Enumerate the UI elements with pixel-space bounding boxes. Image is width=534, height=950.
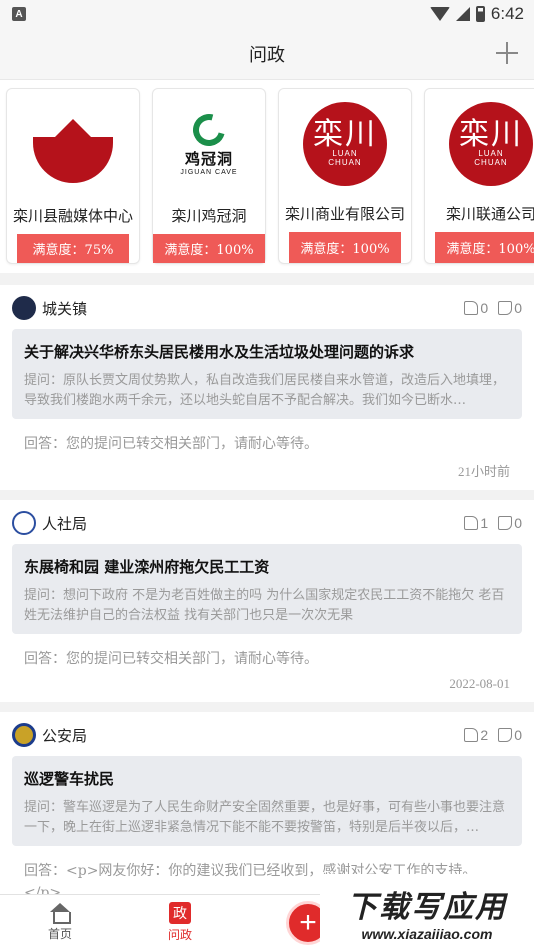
luanchuan-logo-icon: 栾川 LUAN CHUAN: [303, 102, 387, 187]
question-box[interactable]: 巡逻警车扰民 提问：警车巡逻是为了人民生命财产安全固然重要，也是好事，可有些小事…: [12, 756, 522, 846]
question-title: 巡逻警车扰民: [24, 770, 115, 788]
clock: 6:42: [490, 4, 524, 23]
plus-icon[interactable]: [494, 40, 520, 66]
watermark-logo: 下载写应用 www.xiazaiiiao.com: [320, 874, 534, 950]
votes: 0 0: [464, 300, 522, 316]
question-box[interactable]: 关于解决兴华桥东头居民楼用水及生活垃圾处理问题的诉求 提问：原队长贾文周仗势欺人…: [12, 329, 522, 419]
org-name: 栾川鸡冠洞: [171, 207, 247, 225]
org-carousel[interactable]: 栾川县融媒体中心 满意度：75% 鸡冠洞 JIGUAN CAVE 栾川鸡冠洞 满…: [0, 80, 534, 273]
org-logo: 鸡冠洞 JIGUAN CAVE: [164, 101, 254, 189]
question-text: 提问：警车巡逻是为了人民生命财产安全固然重要，也是好事，可有些小事也要注意一下，…: [24, 800, 506, 835]
thumb-down-icon: [498, 728, 513, 742]
satisfaction-badge: 满意度：100%: [435, 232, 534, 263]
like-button[interactable]: 2: [464, 727, 488, 743]
tab-home-label: 首页: [47, 927, 72, 941]
question-item[interactable]: 人社局 1 0 东展椅和园 建业滦州府拖欠民工工资 提问：想问下政府 不是为老百…: [0, 500, 534, 702]
thumb-down-icon: [498, 301, 513, 315]
tab-home[interactable]: 首页: [0, 903, 120, 942]
cave-logo-icon: 鸡冠洞 JIGUAN CAVE: [165, 101, 253, 189]
org-card[interactable]: 栾川 LUAN CHUAN 栾川联通公司 满意度：100%: [424, 88, 534, 264]
dept-avatar: [12, 296, 36, 320]
answer-text: 回答：您的提问已转交相关部门，请耐心等待。: [24, 651, 318, 667]
satisfaction-badge: 满意度：75%: [17, 234, 129, 263]
answer-text: 回答：您的提问已转交相关部门，请耐心等待。: [24, 436, 318, 452]
thumb-up-icon: [464, 301, 479, 315]
question-title: 关于解决兴华桥东头居民楼用水及生活垃圾处理问题的诉求: [24, 343, 415, 361]
dept-name: 公安局: [42, 726, 88, 745]
page-title: 问政: [249, 44, 285, 66]
dislike-button[interactable]: 0: [498, 515, 522, 531]
politics-icon: 政: [169, 902, 191, 924]
notification-icon: A: [12, 7, 26, 21]
votes: 1 0: [464, 515, 522, 531]
votes: 2 0: [464, 727, 522, 743]
home-icon: [49, 903, 71, 924]
wifi-icon: [429, 7, 450, 21]
org-logo: 栾川 LUAN CHUAN: [446, 101, 534, 187]
tab-politics[interactable]: 政 问政: [120, 902, 240, 943]
question-header: 城关镇 0 0: [12, 295, 522, 321]
thumb-up-icon: [464, 516, 479, 530]
header: 问政: [0, 28, 534, 80]
org-name: 栾川商业有限公司: [284, 205, 405, 224]
org-card[interactable]: 栾川 LUAN CHUAN 栾川商业有限公司 满意度：100%: [278, 88, 412, 264]
watermark-url: www.xiazaiiiao.com: [361, 926, 493, 942]
status-icons: 6:42: [429, 4, 524, 24]
dislike-button[interactable]: 0: [498, 300, 522, 316]
dept-name: 人社局: [42, 514, 88, 533]
question-text: 提问：原队长贾文周仗势欺人，私自改造我们居民楼自来水管道，改造后入地填埋，导致我…: [24, 373, 506, 408]
timestamp: 21小时前: [457, 464, 510, 479]
question-text: 提问：想问下政府 不是为老百姓做主的吗 为什么国家规定农民工工资不能拖欠 老百姓…: [24, 588, 505, 623]
satisfaction-badge: 满意度：100%: [289, 232, 401, 263]
org-logo: 栾川 LUAN CHUAN: [300, 101, 390, 187]
like-button[interactable]: 1: [464, 515, 488, 531]
org-name: 栾川联通公司: [445, 205, 534, 224]
dept-avatar: [12, 511, 36, 535]
dept-name: 城关镇: [42, 299, 88, 318]
org-name: 栾川县融媒体中心: [12, 207, 133, 225]
org-card[interactable]: 栾川县融媒体中心 满意度：75%: [6, 88, 140, 264]
mountain-logo-icon: [29, 101, 117, 189]
battery-icon: [475, 6, 485, 22]
question-header: 公安局 2 0: [12, 722, 522, 748]
timestamp: 2022-08-01: [449, 676, 510, 691]
luanchuan-logo-icon: 栾川 LUAN CHUAN: [449, 102, 533, 187]
dept-avatar: [12, 723, 36, 747]
satisfaction-badge: 满意度：100%: [153, 234, 265, 263]
thumb-up-icon: [464, 728, 479, 742]
signal-icon: [455, 7, 470, 21]
tab-politics-label: 问政: [167, 928, 192, 942]
thumb-down-icon: [498, 516, 513, 530]
org-card[interactable]: 鸡冠洞 JIGUAN CAVE 栾川鸡冠洞 满意度：100%: [152, 88, 266, 264]
like-button[interactable]: 0: [464, 300, 488, 316]
watermark-title: 下载写应用: [347, 890, 507, 925]
org-logo: [28, 101, 118, 189]
status-bar: A 6:42: [0, 0, 534, 28]
question-header: 人社局 1 0: [12, 510, 522, 536]
question-title: 东展椅和园 建业滦州府拖欠民工工资: [24, 558, 270, 576]
dislike-button[interactable]: 0: [498, 727, 522, 743]
question-item[interactable]: 城关镇 0 0 关于解决兴华桥东头居民楼用水及生活垃圾处理问题的诉求 提问：原队…: [0, 285, 534, 490]
question-box[interactable]: 东展椅和园 建业滦州府拖欠民工工资 提问：想问下政府 不是为老百姓做主的吗 为什…: [12, 544, 522, 634]
